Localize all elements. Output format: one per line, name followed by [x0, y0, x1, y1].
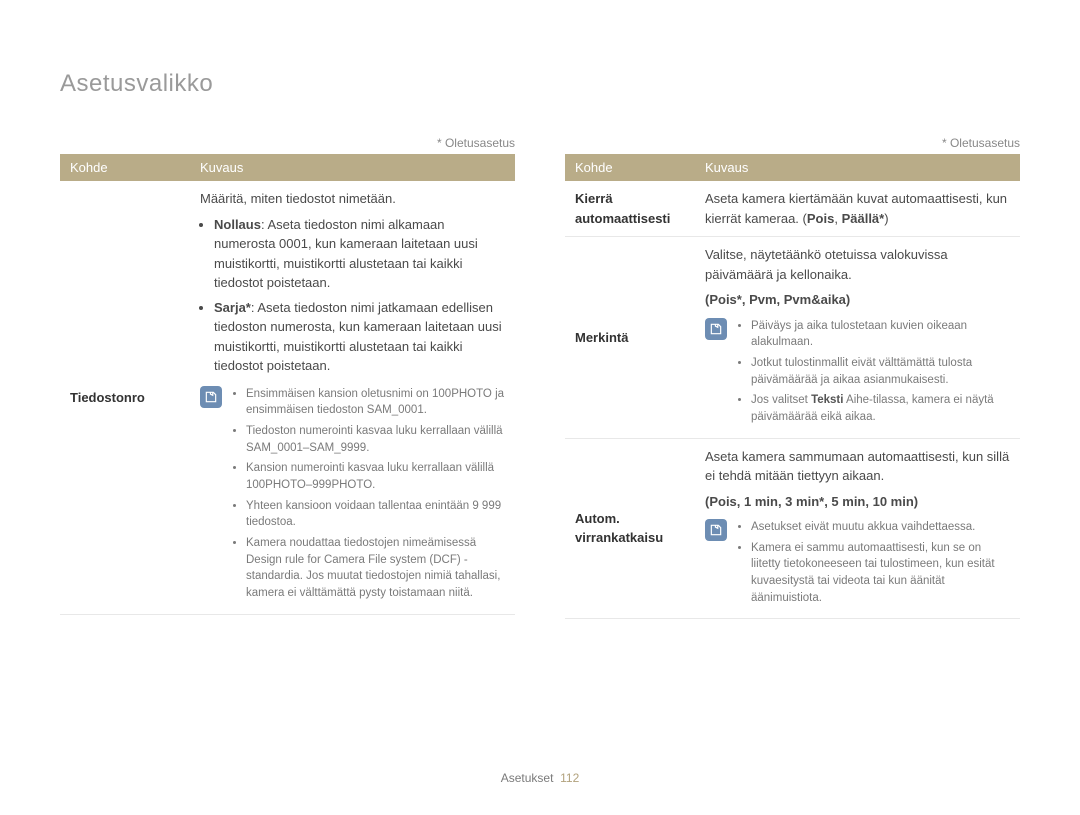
option-sarja: Sarja*: Aseta tiedoston nimi jatkamaan e…	[214, 298, 505, 376]
text-b: )	[884, 211, 888, 226]
note-block-left: Ensimmäisen kansion oletusnimi on 100PHO…	[200, 386, 505, 606]
n3a: Jos valitset	[751, 394, 811, 406]
footer-page-number: 112	[560, 771, 579, 785]
row-desc-tiedostonro: Määritä, miten tiedostot nimetään. Nolla…	[190, 181, 515, 614]
right-row-kierra: Kierrä automaattisesti Aseta kamera kier…	[565, 181, 1020, 237]
note-list-merkinta: Päiväys ja aika tulostetaan kuvien oikea…	[737, 318, 1010, 430]
default-note-left: * Oletusasetus	[60, 136, 515, 150]
left-th-kohde: Kohde	[60, 154, 190, 181]
columns: * Oletusasetus Kohde Kuvaus Tiedostonro …	[60, 136, 1020, 761]
note-item: Tiedoston numerointi kasvaa luku kerrall…	[246, 423, 505, 456]
row-label-autom: Autom. virrankatkaisu	[565, 438, 695, 619]
right-th-kohde: Kohde	[565, 154, 695, 181]
note-block-merkinta: Päiväys ja aika tulostetaan kuvien oikea…	[705, 318, 1010, 430]
opt-name-sarja: Sarja*	[214, 300, 251, 315]
note-list-left: Ensimmäisen kansion oletusnimi on 100PHO…	[232, 386, 505, 606]
note-item: Asetukset eivät muutu akkua vaihdettaess…	[751, 519, 1010, 536]
lead-merkinta: Valitse, näytetäänkö otetuissa valokuvis…	[705, 245, 1010, 284]
note-icon	[200, 386, 222, 408]
page-title: Asetusvalikko	[60, 70, 1020, 98]
note-item: Kamera noudattaa tiedostojen nimeämisess…	[246, 535, 505, 602]
row-label-merkinta: Merkintä	[565, 237, 695, 439]
left-table: Kohde Kuvaus Tiedostonro Määritä, miten …	[60, 154, 515, 615]
row-desc-autom: Aseta kamera sammumaan automaattisesti, …	[695, 438, 1020, 619]
note-item: Ensimmäisen kansion oletusnimi on 100PHO…	[246, 386, 505, 419]
page: Asetusvalikko * Oletusasetus Kohde Kuvau…	[0, 0, 1080, 815]
lead-text: Määritä, miten tiedostot nimetään.	[200, 189, 505, 209]
left-column: * Oletusasetus Kohde Kuvaus Tiedostonro …	[60, 136, 515, 761]
opt-name-nollaus: Nollaus	[214, 217, 261, 232]
note-icon	[705, 519, 727, 541]
sep: ,	[834, 211, 841, 226]
left-th-kuvaus: Kuvaus	[190, 154, 515, 181]
default-note-right: * Oletusasetus	[565, 136, 1020, 150]
opt-paalla: Päällä*	[842, 211, 885, 226]
options-merkinta: (Pois*, Pvm, Pvm&aika)	[705, 290, 1010, 310]
opt-text-sarja: : Aseta tiedoston nimi jatkamaan edellis…	[214, 300, 502, 374]
opt-pois: Pois	[807, 211, 834, 226]
options-autom: (Pois, 1 min, 3 min*, 5 min, 10 min)	[705, 492, 1010, 512]
left-row-tiedostonro: Tiedostonro Määritä, miten tiedostot nim…	[60, 181, 515, 614]
right-column: * Oletusasetus Kohde Kuvaus Kierrä autom…	[565, 136, 1020, 761]
note-item: Yhteen kansioon voidaan tallentaa enintä…	[246, 498, 505, 531]
right-th-kuvaus: Kuvaus	[695, 154, 1020, 181]
row-label-kierra: Kierrä automaattisesti	[565, 181, 695, 237]
option-list: Nollaus: Aseta tiedoston nimi alkamaan n…	[200, 215, 505, 376]
row-desc-merkinta: Valitse, näytetäänkö otetuissa valokuvis…	[695, 237, 1020, 439]
row-desc-kierra: Aseta kamera kiertämään kuvat automaatti…	[695, 181, 1020, 237]
note-item: Päiväys ja aika tulostetaan kuvien oikea…	[751, 318, 1010, 351]
row-label-tiedostonro: Tiedostonro	[60, 181, 190, 614]
right-row-autom: Autom. virrankatkaisu Aseta kamera sammu…	[565, 438, 1020, 619]
right-row-merkinta: Merkintä Valitse, näytetäänkö otetuissa …	[565, 237, 1020, 439]
note-list-autom: Asetukset eivät muutu akkua vaihdettaess…	[737, 519, 1010, 610]
page-footer: Asetukset 112	[60, 771, 1020, 785]
note-item: Kansion numerointi kasvaa luku kerrallaa…	[246, 460, 505, 493]
note-icon	[705, 318, 727, 340]
option-nollaus: Nollaus: Aseta tiedoston nimi alkamaan n…	[214, 215, 505, 293]
note-block-autom: Asetukset eivät muutu akkua vaihdettaess…	[705, 519, 1010, 610]
right-table: Kohde Kuvaus Kierrä automaattisesti Aset…	[565, 154, 1020, 619]
note-item: Jotkut tulostinmallit eivät välttämättä …	[751, 355, 1010, 388]
lead-autom: Aseta kamera sammumaan automaattisesti, …	[705, 447, 1010, 486]
n3b: Teksti	[811, 394, 843, 406]
footer-section: Asetukset	[501, 771, 554, 785]
note-item: Kamera ei sammu automaattisesti, kun se …	[751, 540, 1010, 607]
note-item: Jos valitset Teksti Aihe-tilassa, kamera…	[751, 392, 1010, 425]
